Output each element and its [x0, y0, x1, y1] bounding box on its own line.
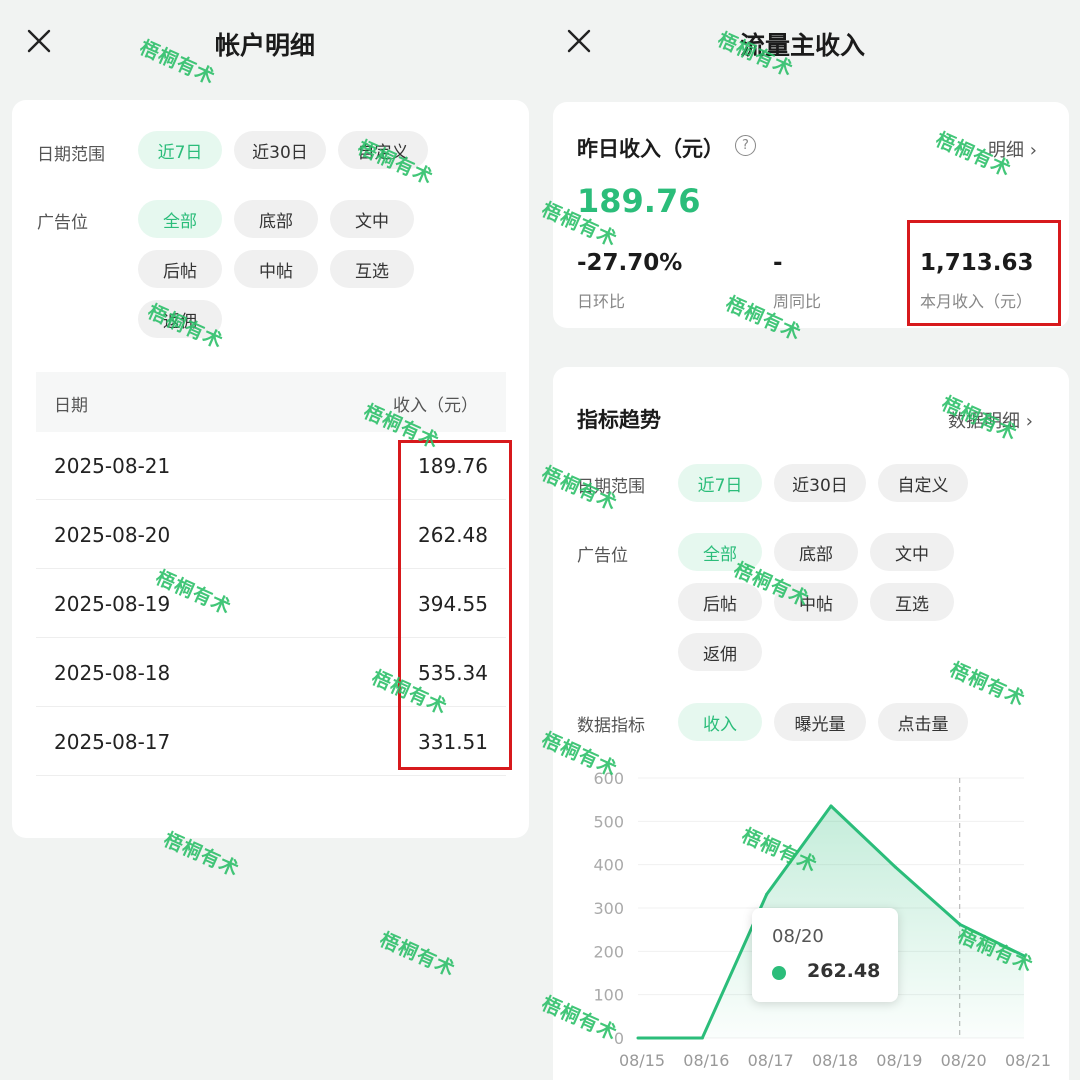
ad-chip-mid[interactable]: 中帖: [234, 250, 318, 288]
row-income: 189.76: [418, 454, 488, 478]
data-point: [893, 865, 897, 869]
series-dot-icon: [772, 966, 786, 980]
data-point: [765, 892, 769, 896]
y-tick-label: 300: [593, 899, 624, 918]
account-detail-screen: 帐户明细 日期范围 近7日 近30日 自定义 广告位 全部 底部 文中 后帖 中…: [0, 0, 540, 1080]
metric-label: 数据指标: [577, 716, 645, 736]
table-row: 2025-08-18 535.34: [36, 639, 506, 707]
ad-chip-post[interactable]: 后帖: [138, 250, 222, 288]
column-date: 日期: [54, 396, 88, 416]
data-point: [636, 1036, 640, 1040]
row-date: 2025-08-21: [54, 454, 171, 478]
ad-chip-mutual[interactable]: 互选: [330, 250, 414, 288]
month-income-label: 本月收入（元）: [920, 292, 1033, 311]
y-tick-label: 500: [593, 812, 624, 831]
table-header: 日期 收入（元）: [36, 372, 506, 432]
close-icon: [27, 29, 51, 53]
ad-slot-label: 广告位: [577, 546, 628, 566]
x-tick-label: 08/18: [812, 1051, 858, 1070]
ad-chip-all[interactable]: 全部: [678, 533, 762, 571]
trend-heading: 指标趋势: [577, 408, 661, 432]
tooltip-date: 08/20: [772, 926, 824, 947]
page-title: 帐户明细: [215, 31, 316, 60]
date-chip-custom[interactable]: 自定义: [878, 464, 968, 502]
y-tick-label: 0: [614, 1029, 624, 1048]
table-row: 2025-08-17 331.51: [36, 708, 506, 776]
detail-link-label: 明细: [988, 140, 1024, 161]
y-tick-label: 400: [593, 856, 624, 875]
ad-chip-mutual[interactable]: 互选: [870, 583, 954, 621]
week-over-week-value: -: [773, 250, 783, 276]
day-over-day-label: 日环比: [577, 292, 626, 311]
row-date: 2025-08-17: [54, 730, 171, 754]
ad-chip-all[interactable]: 全部: [138, 200, 222, 238]
date-chip-30d[interactable]: 近30日: [774, 464, 866, 502]
chevron-right-icon: ›: [1025, 411, 1033, 432]
row-income: 331.51: [418, 730, 488, 754]
date-range-label: 日期范围: [37, 145, 105, 165]
row-income: 262.48: [418, 523, 488, 547]
x-tick-label: 08/20: [941, 1051, 987, 1070]
ad-chip-inline[interactable]: 文中: [870, 533, 954, 571]
traffic-income-screen: 流量主收入 昨日收入（元） ? 明细 › 189.76 -27.70% 日环比 …: [540, 0, 1080, 1080]
date-chip-7d[interactable]: 近7日: [138, 131, 222, 169]
date-chip-30d[interactable]: 近30日: [234, 131, 326, 169]
chevron-right-icon: ›: [1029, 140, 1037, 161]
metric-chip-income[interactable]: 收入: [678, 703, 762, 741]
y-tick-label: 600: [593, 769, 624, 788]
ad-slot-label: 广告位: [37, 213, 88, 233]
x-tick-label: 08/16: [683, 1051, 729, 1070]
x-tick-label: 08/19: [876, 1051, 922, 1070]
row-date: 2025-08-18: [54, 661, 171, 685]
ad-chip-commission[interactable]: 返佣: [678, 633, 762, 671]
y-tick-label: 200: [593, 942, 624, 961]
tooltip-value: 262.48: [807, 960, 881, 982]
row-income: 535.34: [418, 661, 488, 685]
date-chip-custom[interactable]: 自定义: [338, 131, 428, 169]
detail-link[interactable]: 明细 ›: [988, 136, 1037, 162]
ad-chip-bottom[interactable]: 底部: [774, 533, 858, 571]
metric-chip-impressions[interactable]: 曝光量: [774, 703, 866, 741]
table-row: 2025-08-20 262.48: [36, 501, 506, 569]
ad-chip-commission[interactable]: 返佣: [138, 300, 222, 338]
page-title: 流量主收入: [740, 31, 866, 60]
date-chip-7d[interactable]: 近7日: [678, 464, 762, 502]
y-tick-label: 100: [593, 986, 624, 1005]
close-button[interactable]: [22, 24, 56, 58]
column-income: 收入（元）: [393, 396, 478, 416]
ad-chip-mid[interactable]: 中帖: [774, 583, 858, 621]
date-range-label: 日期范围: [577, 477, 645, 497]
close-button[interactable]: [562, 24, 596, 58]
data-detail-link-label: 数据明细: [948, 411, 1020, 432]
row-date: 2025-08-20: [54, 523, 171, 547]
ad-chip-inline[interactable]: 文中: [330, 200, 414, 238]
data-detail-link[interactable]: 数据明细 ›: [948, 407, 1033, 433]
week-over-week-label: 周同比: [773, 292, 822, 311]
table-row: 2025-08-21 189.76: [36, 432, 506, 500]
ad-chip-bottom[interactable]: 底部: [234, 200, 318, 238]
x-tick-label: 08/17: [748, 1051, 794, 1070]
close-icon: [567, 29, 591, 53]
metric-chip-clicks[interactable]: 点击量: [878, 703, 968, 741]
x-tick-label: 08/21: [1005, 1051, 1051, 1070]
data-point: [700, 1036, 704, 1040]
day-over-day-value: -27.70%: [577, 250, 683, 276]
data-point: [829, 804, 833, 808]
yesterday-income-heading: 昨日收入（元）: [577, 137, 724, 161]
x-tick-label: 08/15: [619, 1051, 665, 1070]
ad-chip-post[interactable]: 后帖: [678, 583, 762, 621]
data-point: [958, 922, 962, 926]
yesterday-income-amount: 189.76: [577, 182, 701, 220]
month-income-value: 1,713.63: [920, 250, 1034, 276]
row-income: 394.55: [418, 592, 488, 616]
help-icon[interactable]: ?: [735, 135, 756, 156]
data-point: [1022, 954, 1026, 958]
chart-tooltip: 08/20 262.48: [752, 908, 898, 1002]
row-date: 2025-08-19: [54, 592, 171, 616]
table-row: 2025-08-19 394.55: [36, 570, 506, 638]
